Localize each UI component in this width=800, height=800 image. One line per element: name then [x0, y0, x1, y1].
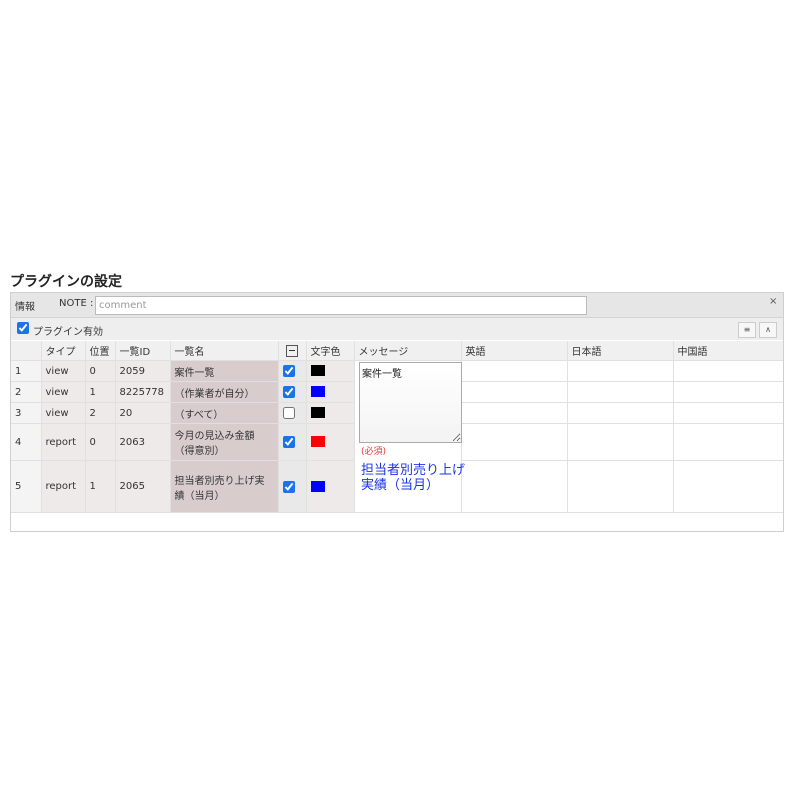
note-input[interactable]	[95, 296, 587, 315]
row-position: 1	[85, 381, 116, 403]
color-swatch[interactable]	[310, 436, 325, 448]
english-cell[interactable]	[461, 423, 568, 461]
english-cell[interactable]	[461, 381, 568, 403]
row-list-name: 今月の見込み金額（得意別）	[170, 423, 279, 461]
row-position: 1	[85, 460, 116, 513]
table-header-row: タイプ 位置 一覧ID 一覧名 文字色 メッセージ 英語 日本語 中国語	[11, 341, 783, 361]
row-checkbox[interactable]	[282, 365, 295, 377]
japanese-cell[interactable]	[567, 381, 674, 403]
message-textarea[interactable]	[359, 362, 462, 443]
row-number: 5	[11, 460, 42, 513]
english-cell[interactable]	[461, 460, 568, 513]
header-list-name[interactable]: 一覧名	[170, 341, 279, 361]
row-list-id: 20	[115, 402, 171, 424]
japanese-cell[interactable]	[567, 360, 674, 382]
row-list-name: 案件一覧	[170, 360, 279, 382]
row-checkbox[interactable]	[282, 386, 295, 398]
row-number: 3	[11, 402, 42, 424]
chinese-cell[interactable]	[673, 381, 783, 403]
header-select-all[interactable]	[278, 341, 307, 361]
chinese-cell[interactable]	[673, 402, 783, 424]
row-number: 2	[11, 381, 42, 403]
info-label: 情報	[15, 302, 35, 313]
row-position: 2	[85, 402, 116, 424]
row-list-name: （すべて）	[170, 402, 279, 424]
row-type: report	[41, 460, 86, 513]
row-list-id: 2065	[115, 460, 171, 513]
row-list-id: 2059	[115, 360, 171, 382]
page-title: プラグインの設定	[10, 274, 122, 290]
japanese-cell[interactable]	[567, 402, 674, 424]
japanese-cell[interactable]	[567, 460, 674, 513]
header-type[interactable]: タイプ	[41, 341, 86, 361]
header-english[interactable]: 英語	[461, 341, 568, 361]
header-color[interactable]: 文字色	[306, 341, 355, 361]
row-type: view	[41, 360, 86, 382]
header-message[interactable]: メッセージ	[354, 341, 462, 361]
color-swatch[interactable]	[310, 480, 325, 492]
row-checkbox[interactable]	[282, 407, 295, 419]
row-type: view	[41, 402, 86, 424]
color-swatch[interactable]	[310, 386, 325, 398]
row-list-id: 8225778	[115, 381, 171, 403]
message-preview: 担当者別売り上げ実績（当月）	[361, 463, 466, 493]
expand-button[interactable]: ∧	[759, 322, 777, 338]
row-list-name: （作業者が自分）	[170, 381, 279, 403]
row-list-id: 2063	[115, 423, 171, 461]
header-list-id[interactable]: 一覧ID	[115, 341, 171, 361]
color-swatch[interactable]	[310, 365, 325, 377]
chinese-cell[interactable]	[673, 423, 783, 461]
settings-panel: 情報 NOTE : × プラグイン有効 ≡ ∧ タイプ 位置 一覧ID 一覧名 …	[10, 292, 784, 532]
color-swatch[interactable]	[310, 407, 325, 419]
plugin-enable-label[interactable]: プラグイン有効	[33, 323, 103, 338]
row-position: 0	[85, 423, 116, 461]
header-position[interactable]: 位置	[85, 341, 116, 361]
row-list-name: 担当者別売り上げ実績（当月）	[170, 460, 279, 513]
enable-bar: プラグイン有効 ≡ ∧	[11, 318, 783, 340]
row-type: view	[41, 381, 86, 403]
english-cell[interactable]	[461, 402, 568, 424]
japanese-cell[interactable]	[567, 423, 674, 461]
chinese-cell[interactable]	[673, 460, 783, 513]
header-japanese[interactable]: 日本語	[567, 341, 674, 361]
header-chinese[interactable]: 中国語	[673, 341, 783, 361]
message-required-text: (必須)	[361, 447, 387, 457]
row-number: 1	[11, 360, 42, 382]
row-number: 4	[11, 423, 42, 461]
row-checkbox[interactable]	[282, 480, 295, 493]
note-label: NOTE :	[59, 298, 94, 309]
english-cell[interactable]	[461, 360, 568, 382]
row-position: 0	[85, 360, 116, 382]
row-checkbox[interactable]	[282, 436, 295, 448]
row-type: report	[41, 423, 86, 461]
select-all-checkbox[interactable]	[286, 344, 298, 357]
info-bar: 情報 NOTE : ×	[11, 293, 783, 318]
collapse-button[interactable]: ≡	[738, 322, 756, 338]
plugin-enable-checkbox[interactable]	[17, 322, 29, 334]
close-icon[interactable]: ×	[769, 296, 777, 307]
chinese-cell[interactable]	[673, 360, 783, 382]
header-rownum	[11, 341, 42, 361]
